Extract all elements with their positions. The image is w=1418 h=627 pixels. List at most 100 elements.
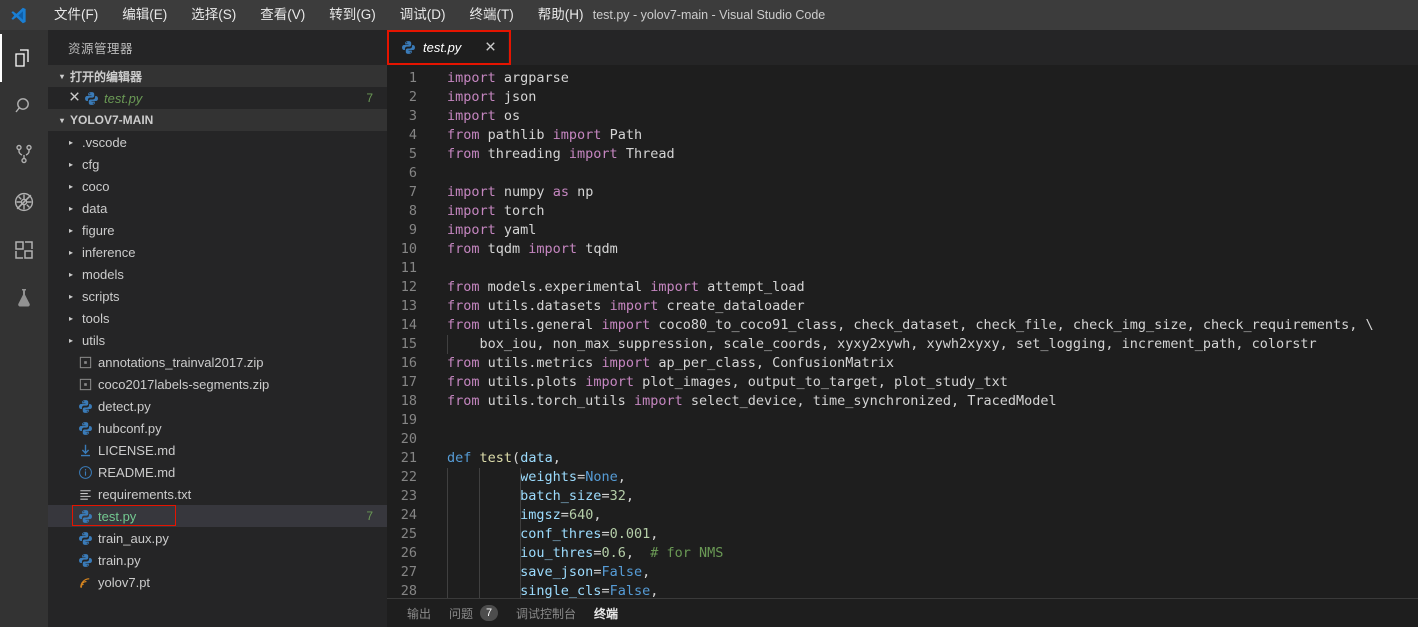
activity-source-control[interactable] [0,130,48,178]
explorer-sidebar: 资源管理器 ▾ 打开的编辑器 test.py7 ▾ YOLOV7-MAIN ▸.… [48,30,387,627]
panel-tab-terminal[interactable]: 终端 [594,605,618,622]
tree-file-annotations_trainval2017.zip[interactable]: annotations_trainval2017.zip [48,351,387,373]
code-token: from [447,317,480,333]
line-number: 13 [387,297,417,316]
code-token: threading [480,146,569,162]
code-line: conf_thres=0.001, [447,525,1418,544]
menu-file[interactable]: 文件(F) [42,1,110,29]
chevron-down-icon: ▾ [56,72,68,81]
code-token: coco80_to_coco91_class, check_dataset, c… [650,317,1373,333]
line-number: 11 [387,259,417,278]
tree-item-label: data [82,201,107,216]
tree-folder-coco[interactable]: ▸coco [48,175,387,197]
tree-item-label: test.py [98,509,136,524]
code-token: iou_thres [520,545,593,561]
menu-view[interactable]: 查看(V) [248,1,317,29]
code-token: np [569,184,593,200]
activity-extensions[interactable] [0,226,48,274]
code-token: 32 [610,488,626,504]
line-number: 15 [387,335,417,354]
tree-file-hubconf.py[interactable]: hubconf.py [48,417,387,439]
tree-folder-utils[interactable]: ▸utils [48,329,387,351]
code-line: box_iou, non_max_suppression, scale_coor… [447,335,1418,354]
line-number: 9 [387,221,417,240]
code-token: , [626,545,650,561]
tree-folder-tools[interactable]: ▸tools [48,307,387,329]
tree-file-train.py[interactable]: train.py [48,549,387,571]
tree-folder-data[interactable]: ▸data [48,197,387,219]
python-icon [76,553,94,568]
line-number: 10 [387,240,417,259]
tree-file-train_aux.py[interactable]: train_aux.py [48,527,387,549]
code-token: from [447,393,480,409]
tree-item-label: tools [82,311,109,326]
tree-folder-inference[interactable]: ▸inference [48,241,387,263]
tree-folder-figure[interactable]: ▸figure [48,219,387,241]
code-line: from models.experimental import attempt_… [447,278,1418,297]
activity-testing[interactable] [0,274,48,322]
tree-file-LICENSE.md[interactable]: LICENSE.md [48,439,387,461]
code-token: tqdm [577,241,618,257]
project-header[interactable]: ▾ YOLOV7-MAIN [48,109,387,131]
line-number: 7 [387,183,417,202]
code-token: ap_per_class, ConfusionMatrix [650,355,894,371]
code-token: save_json [520,564,593,580]
tree-file-yolov7.pt[interactable]: yolov7.pt [48,571,387,593]
vscode-window: 文件(F)编辑(E)选择(S)查看(V)转到(G)调试(D)终端(T)帮助(H)… [0,0,1418,627]
code-line: from threading import Thread [447,145,1418,164]
tree-item-label: train.py [98,553,141,568]
chevron-right-icon: ▸ [64,292,78,301]
activity-run-debug[interactable] [0,178,48,226]
tree-item-label: hubconf.py [98,421,162,436]
code-token: pathlib [480,127,553,143]
close-icon[interactable] [483,39,498,57]
code-token: utils.metrics [480,355,602,371]
tree-file-detect.py[interactable]: detect.py [48,395,387,417]
menu-selection[interactable]: 选择(S) [179,1,248,29]
line-number: 12 [387,278,417,297]
line-number: 18 [387,392,417,411]
close-icon[interactable] [66,89,82,107]
tree-item-label: annotations_trainval2017.zip [98,355,264,370]
code-token: Thread [618,146,675,162]
panel-tab-debug-console[interactable]: 调试控制台 [516,605,576,622]
tree-folder-scripts[interactable]: ▸scripts [48,285,387,307]
code-content[interactable]: import argparseimport jsonimport osfrom … [435,65,1418,598]
menu-debug[interactable]: 调试(D) [388,1,458,29]
tree-file-test.py[interactable]: test.py7 [48,505,387,527]
menu-edit[interactable]: 编辑(E) [110,1,179,29]
panel-tab-output[interactable]: 输出 [407,605,431,622]
open-editor-row[interactable]: test.py7 [48,87,387,109]
tree-file-coco2017labels-segments.zip[interactable]: coco2017labels-segments.zip [48,373,387,395]
open-editors-header[interactable]: ▾ 打开的编辑器 [48,65,387,87]
activity-search[interactable] [0,82,48,130]
code-line: from utils.torch_utils import select_dev… [447,392,1418,411]
tree-folder-cfg[interactable]: ▸cfg [48,153,387,175]
code-token: , [650,526,658,542]
weights-icon [76,575,94,590]
activity-explorer[interactable] [0,34,48,82]
code-token: None [585,469,618,485]
code-line: import yaml [447,221,1418,240]
problems-count-badge: 7 [480,605,498,621]
menu-go[interactable]: 转到(G) [317,1,388,29]
tree-folder-models[interactable]: ▸models [48,263,387,285]
editor-tabs: test.py [387,30,1418,65]
menu-terminal[interactable]: 终端(T) [458,1,526,29]
editor-tab-test.py[interactable]: test.py [387,30,508,65]
tree-folder-dot-vscode[interactable]: ▸.vscode [48,131,387,153]
tree-file-requirements.txt[interactable]: requirements.txt [48,483,387,505]
menu-bar[interactable]: 文件(F)编辑(E)选择(S)查看(V)转到(G)调试(D)终端(T)帮助(H) [42,1,596,29]
code-token: numpy [496,184,553,200]
code-token: , [642,564,650,580]
code-token: imgsz [520,507,561,523]
tree-file-README.md[interactable]: README.md [48,461,387,483]
code-token: data [520,450,553,466]
menu-help[interactable]: 帮助(H) [526,1,596,29]
code-token: False [610,583,651,598]
code-token: 0.001 [610,526,651,542]
code-token: utils.datasets [480,298,610,314]
code-editor[interactable]: 1234567891011121314151617181920212223242… [387,65,1418,598]
panel-tab-problems[interactable]: 问题7 [449,605,498,622]
open-editors-label: 打开的编辑器 [70,68,142,85]
